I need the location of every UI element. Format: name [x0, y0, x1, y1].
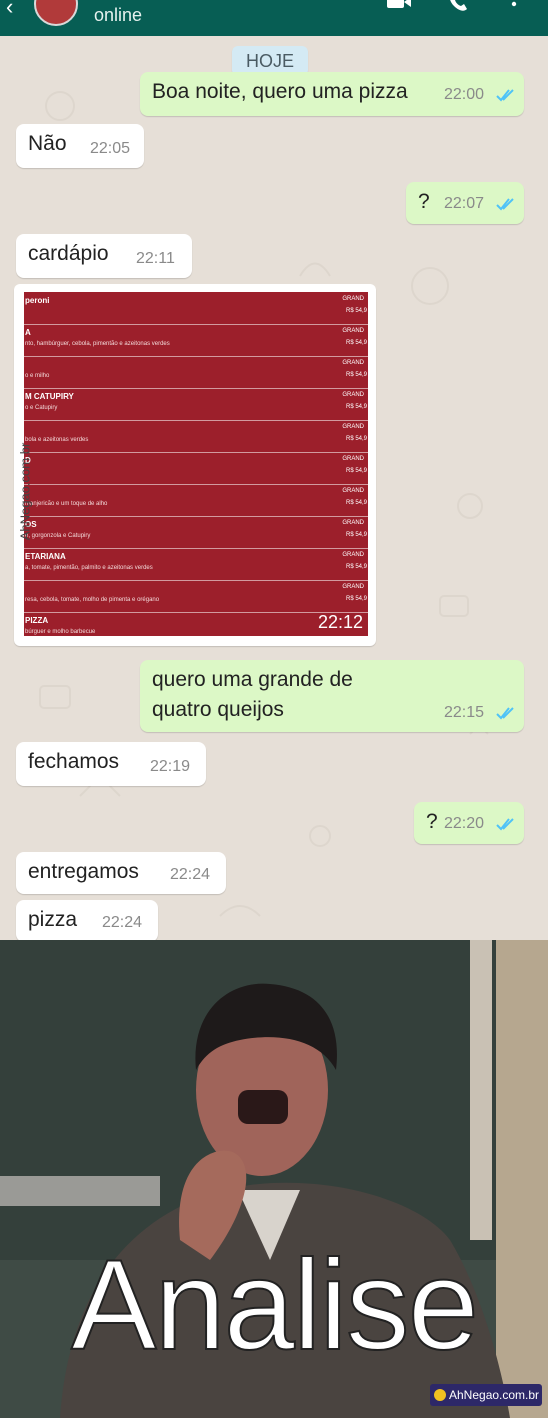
chat-area[interactable]: HOJE Boa noite, quero uma pizza 22:00 Nã… — [0, 36, 548, 940]
image-message[interactable]: peroni GRAND R$ 54,9 Anto, hambúrguer, ceb… — [14, 284, 376, 646]
message-text-line: quero uma grande de — [152, 668, 353, 691]
message-time: 22:07 — [444, 195, 485, 212]
message-time: 22:05 — [90, 140, 131, 157]
menu-row: peroni GRAND R$ 54,9 — [24, 292, 368, 325]
read-receipt-icon — [496, 198, 514, 211]
more-options-icon[interactable] — [508, 0, 520, 16]
message-incoming[interactable]: Não 22:05 — [16, 124, 144, 168]
chat-header: ‹ online — [0, 0, 548, 36]
menu-row: D GRAND R$ 54,9 — [24, 452, 368, 485]
read-receipt-icon — [496, 707, 514, 720]
message-time: 22:24 — [102, 914, 143, 931]
message-text-line: quatro queijos — [152, 698, 284, 721]
menu-row: resa, cebola, tomate, molho de pimenta e… — [24, 580, 368, 613]
menu-row: bola e azeitonas verdes GRAND R$ 54,9 — [24, 420, 368, 453]
video-call-icon[interactable] — [386, 0, 412, 16]
read-receipt-icon — [496, 818, 514, 831]
message-text: Não — [28, 132, 67, 155]
menu-row: Anto, hambúrguer, cebola, pimentão e aze… — [24, 324, 368, 357]
menu-row: ETARIANA a, tomate, pimentão, palmito e a… — [24, 548, 368, 581]
site-logo-icon — [434, 1389, 446, 1401]
message-text: cardápio — [28, 242, 109, 265]
menu-row: o e milho GRAND R$ 54,9 — [24, 356, 368, 389]
message-time: 22:15 — [444, 704, 485, 721]
message-outgoing[interactable]: ? 22:07 — [406, 182, 524, 224]
message-outgoing[interactable]: quero uma grande de quatro queijos 22:15 — [140, 660, 524, 732]
message-text: ? — [426, 810, 438, 833]
message-time: 22:11 — [136, 250, 175, 267]
meme-image: Analise AhNegao.com.br — [0, 940, 548, 1418]
contact-status: online — [94, 5, 143, 25]
message-text: entregamos — [28, 860, 139, 883]
site-watermark-label: AhNegao.com.br — [449, 1388, 540, 1402]
message-incoming[interactable]: fechamos 22:19 — [16, 742, 206, 786]
side-watermark: AhNegao.com.br — [17, 442, 33, 541]
message-time: 22:12 — [318, 612, 364, 632]
message-time: 22:19 — [150, 758, 191, 775]
menu-image: peroni GRAND R$ 54,9 Anto, hambúrguer, ceb… — [24, 292, 368, 636]
message-outgoing[interactable]: ? 22:20 — [414, 802, 524, 844]
contact-avatar[interactable] — [34, 0, 78, 26]
back-arrow-icon[interactable]: ‹ — [6, 0, 13, 20]
menu-row: PIZZA búrguer e molho barbecue — [25, 616, 96, 635]
message-text: pizza — [28, 908, 78, 931]
menu-row: OS e, gorgonzola e Catupiry GRAND R$ 54,9 — [24, 516, 368, 549]
phone-icon[interactable] — [446, 0, 472, 16]
menu-row: manjericão e um toque de alho GRAND R$ 54,… — [24, 484, 368, 517]
menu-row: M CATUPIRY o e Catupiry GRAND R$ 54,9 — [24, 388, 368, 421]
message-text: Boa noite, quero uma pizza — [152, 80, 408, 103]
message-incoming[interactable]: entregamos 22:24 — [16, 852, 226, 894]
meme-caption: Analise — [70, 1233, 480, 1378]
site-watermark: AhNegao.com.br — [430, 1384, 542, 1406]
message-outgoing[interactable]: Boa noite, quero uma pizza 22:00 — [140, 72, 524, 116]
message-text: ? — [418, 190, 430, 213]
message-time: 22:20 — [444, 815, 485, 832]
message-time: 22:24 — [170, 866, 211, 883]
message-incoming[interactable]: cardápio 22:11 — [16, 234, 192, 278]
message-time: 22:00 — [444, 86, 485, 103]
read-receipt-icon — [496, 89, 514, 102]
message-incoming[interactable]: pizza 22:24 — [16, 900, 158, 940]
message-text: fechamos — [28, 750, 120, 773]
